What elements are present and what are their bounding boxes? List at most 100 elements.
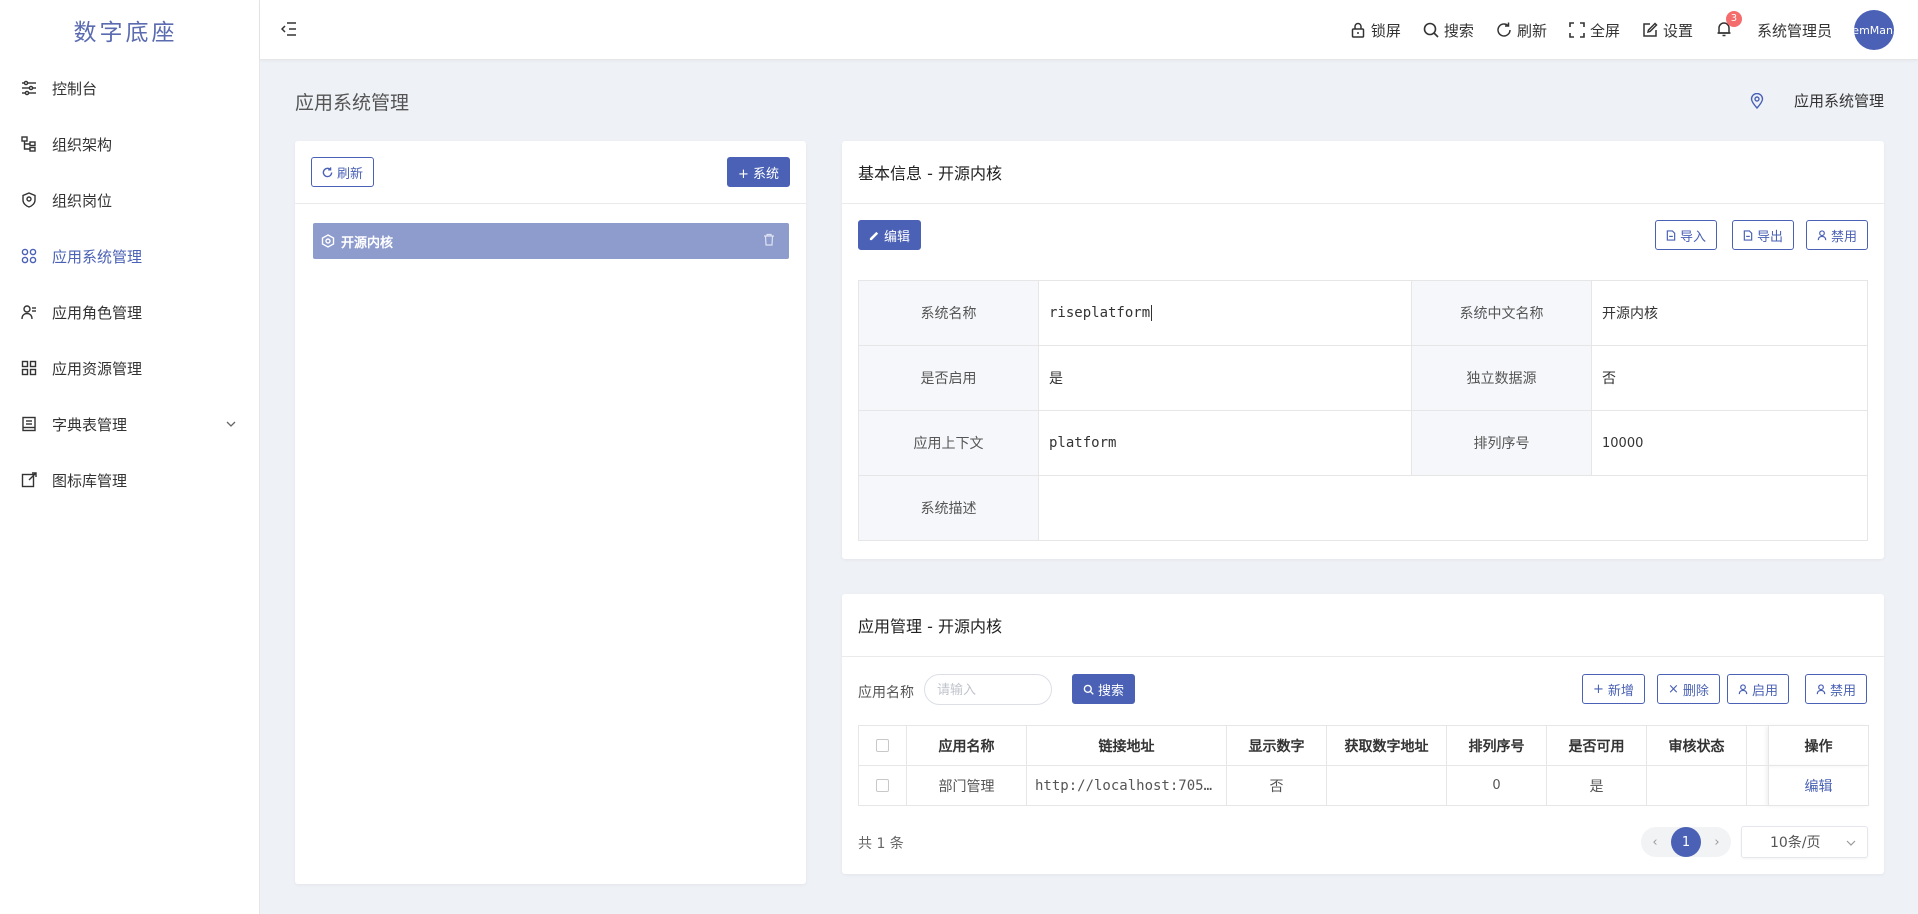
sidebar-item-icon-library[interactable]: 图标库管理	[0, 452, 259, 508]
field-label: 系统名称	[858, 280, 1039, 346]
cell-url: http://localhost:7055/…	[1026, 765, 1227, 806]
app-logo: 数字底座	[73, 20, 178, 46]
plus-icon: +	[1593, 681, 1604, 697]
total-count: 共 1 条	[858, 836, 904, 852]
delete-app-button[interactable]: × 删除	[1657, 674, 1720, 704]
location-pin-icon	[1750, 92, 1764, 109]
username[interactable]: 系统管理员	[1757, 20, 1832, 41]
refresh-tree-button[interactable]: 刷新	[311, 157, 375, 187]
user-icon	[1817, 229, 1827, 240]
collapse-menu-icon[interactable]	[278, 18, 300, 40]
cell-available: 是	[1546, 765, 1647, 806]
document-icon	[1666, 229, 1676, 241]
edit-row-link[interactable]: 编辑	[1805, 779, 1833, 795]
field-value-enabled: 是	[1038, 345, 1412, 411]
tree-node[interactable]: 开源内核	[313, 223, 789, 259]
column-header[interactable]: 获取数字地址	[1326, 725, 1447, 766]
sidebar-item-dashboard[interactable]: 控制台	[0, 60, 259, 116]
breadcrumb-item[interactable]: 应用系统管理	[1794, 90, 1884, 111]
app-management-card: 应用管理 - 开源内核 应用名称 搜索 + 新增 × 删除 启用 禁用 应用名称…	[842, 594, 1884, 874]
search-apps-button[interactable]: 搜索	[1072, 674, 1136, 704]
column-header[interactable]: 审核状态	[1646, 725, 1747, 766]
column-header[interactable]: 排列序号	[1446, 725, 1547, 766]
sidebar-item-label: 组织架构	[52, 135, 113, 154]
disable-app-button[interactable]: 禁用	[1805, 674, 1868, 704]
app-table: 应用名称 链接地址 显示数字 获取数字地址 排列序号 是否可用 审核状态 操作 …	[858, 725, 1869, 806]
next-page-button[interactable]: ›	[1703, 827, 1731, 857]
cell-show-number: 否	[1226, 765, 1327, 806]
sliders-icon	[20, 79, 38, 97]
disable-system-button[interactable]: 禁用	[1806, 220, 1869, 250]
sidebar-item-app-systems[interactable]: 应用系统管理	[0, 228, 259, 284]
column-spacer	[1746, 765, 1769, 806]
sidebar: 数字底座 控制台 组织架构 组织岗位 应用系统管理 应用角色管理 应用资源管理	[0, 0, 260, 914]
fullscreen-icon	[1569, 22, 1585, 38]
export-button[interactable]: 导出	[1732, 220, 1795, 250]
avatar[interactable]: systemManager	[1854, 10, 1894, 50]
add-system-button[interactable]: + 系统	[726, 157, 790, 187]
column-header[interactable]: 应用名称	[906, 725, 1027, 766]
sidebar-item-label: 应用资源管理	[52, 359, 143, 378]
fullscreen-button[interactable]: 全屏	[1569, 20, 1620, 41]
cell-actions: 编辑	[1768, 765, 1869, 806]
search-button[interactable]: 搜索	[1423, 20, 1474, 41]
refresh-icon	[322, 166, 333, 177]
row-checkbox[interactable]	[858, 765, 907, 806]
field-value-app-context: platform	[1038, 410, 1412, 476]
lock-screen-button[interactable]: 锁屏	[1350, 20, 1401, 41]
document-icon	[1743, 229, 1753, 241]
cell-order: 0	[1446, 765, 1547, 806]
close-icon: ×	[1668, 681, 1679, 697]
table-header-row: 应用名称 链接地址 显示数字 获取数字地址 排列序号 是否可用 审核状态 操作	[858, 725, 1869, 766]
refresh-button[interactable]: 刷新	[1496, 20, 1547, 41]
sidebar-item-label: 组织岗位	[52, 191, 113, 210]
sidebar-item-label: 应用角色管理	[52, 303, 143, 322]
cell-app-name: 部门管理	[906, 765, 1027, 806]
cell-number-url	[1326, 765, 1447, 806]
sidebar-item-org-positions[interactable]: 组织岗位	[0, 172, 259, 228]
refresh-icon	[1497, 22, 1511, 37]
import-button[interactable]: 导入	[1655, 220, 1718, 250]
enable-app-button[interactable]: 启用	[1727, 674, 1790, 704]
sidebar-item-label: 应用系统管理	[52, 247, 143, 266]
app-management-title: 应用管理 - 开源内核	[842, 594, 1884, 657]
table-row[interactable]: 部门管理 http://localhost:7055/… 否 0 是 编辑	[858, 765, 1869, 806]
field-label: 应用上下文	[858, 410, 1039, 476]
field-label: 系统中文名称	[1411, 280, 1592, 346]
breadcrumb: 应用系统管理	[1750, 90, 1884, 111]
sidebar-item-app-resources[interactable]: 应用资源管理	[0, 340, 259, 396]
sidebar-item-dictionary[interactable]: 字典表管理	[0, 396, 259, 452]
cell-audit-status	[1646, 765, 1747, 806]
grid-apps-icon	[20, 247, 38, 265]
notification-bell[interactable]: 3	[1715, 11, 1742, 40]
user-icon	[1738, 683, 1748, 694]
settings-button[interactable]: 设置	[1642, 20, 1693, 41]
field-value-independent-datasource: 否	[1591, 345, 1868, 411]
select-all-checkbox[interactable]	[858, 725, 907, 766]
system-tree-panel: 刷新 + 系统 开源内核	[295, 141, 806, 884]
sidebar-item-label: 字典表管理	[52, 415, 128, 434]
sidebar-item-app-roles[interactable]: 应用角色管理	[0, 284, 259, 340]
column-header[interactable]: 是否可用	[1546, 725, 1647, 766]
sidebar-item-org-structure[interactable]: 组织架构	[0, 116, 259, 172]
filter-label: 应用名称	[858, 685, 914, 701]
icon-library-icon	[20, 471, 38, 489]
badge-icon	[20, 191, 38, 209]
field-value-system-name: riseplatform	[1038, 280, 1412, 346]
prev-page-button[interactable]: ‹	[1641, 827, 1669, 857]
field-value-description	[1038, 475, 1868, 541]
chevron-down-icon[interactable]	[225, 416, 237, 434]
add-app-button[interactable]: + 新增	[1582, 674, 1645, 704]
hexagon-settings-icon	[321, 234, 335, 248]
field-label: 是否启用	[858, 345, 1039, 411]
column-header[interactable]: 链接地址	[1026, 725, 1227, 766]
dictionary-icon	[20, 415, 38, 433]
field-label: 独立数据源	[1411, 345, 1592, 411]
app-name-search-input[interactable]	[924, 674, 1052, 705]
delete-icon[interactable]	[763, 233, 775, 250]
column-header[interactable]: 显示数字	[1226, 725, 1327, 766]
page-number[interactable]: 1	[1669, 827, 1703, 857]
edit-button[interactable]: 编辑	[858, 220, 922, 250]
page-size-select[interactable]: 10条/页	[1741, 826, 1868, 858]
pagination: ‹ 1 › 10条/页	[1641, 826, 1868, 858]
